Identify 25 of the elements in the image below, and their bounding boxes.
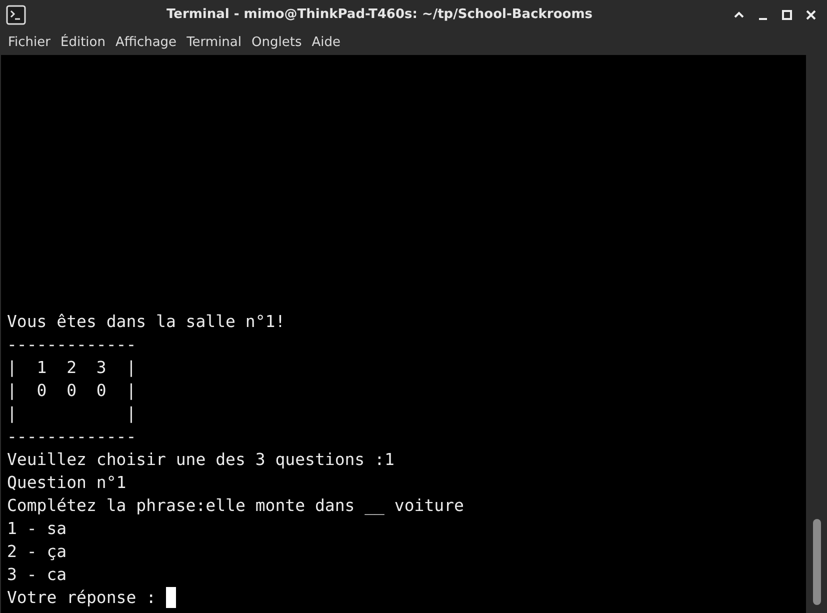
terminal-line: ------------- [7,426,136,448]
menu-item[interactable]: Fichier [3,32,56,52]
terminal-line: | 0 0 0 | [7,380,136,402]
window-title: Terminal - mimo@ThinkPad-T460s: ~/tp/School-Backrooms [166,6,592,24]
terminal-line: 2 - ça [7,541,67,563]
menu-item[interactable]: Aide [306,32,346,52]
terminal-line: Question n°1 [7,472,126,494]
cursor-block [166,587,176,608]
terminal-line: Vous êtes dans la salle n°1! [7,311,286,333]
menu-item[interactable]: Terminal [182,32,247,52]
terminal-line: Veuillez choisir une des 3 questions :1 [7,449,394,471]
terminal-line: 3 - ca [7,564,67,586]
menu-item[interactable]: Édition [56,32,110,52]
terminal-line: | | [7,403,136,425]
maximize-icon[interactable] [781,9,793,21]
terminal-line: 1 - sa [7,518,67,540]
close-icon[interactable] [805,9,817,21]
terminal-line: ------------- [7,334,136,356]
terminal-line: Complétez la phrase:elle monte dans __ voiture [7,495,464,517]
scrollbar-thumb[interactable] [812,519,820,605]
terminal-prompt: Votre réponse : [7,587,158,609]
menu-item[interactable]: Onglets [246,32,307,52]
menu-item[interactable]: Affichage [110,32,182,52]
terminal-line: | 1 2 3 | [7,357,136,379]
terminal-icon [6,5,26,25]
